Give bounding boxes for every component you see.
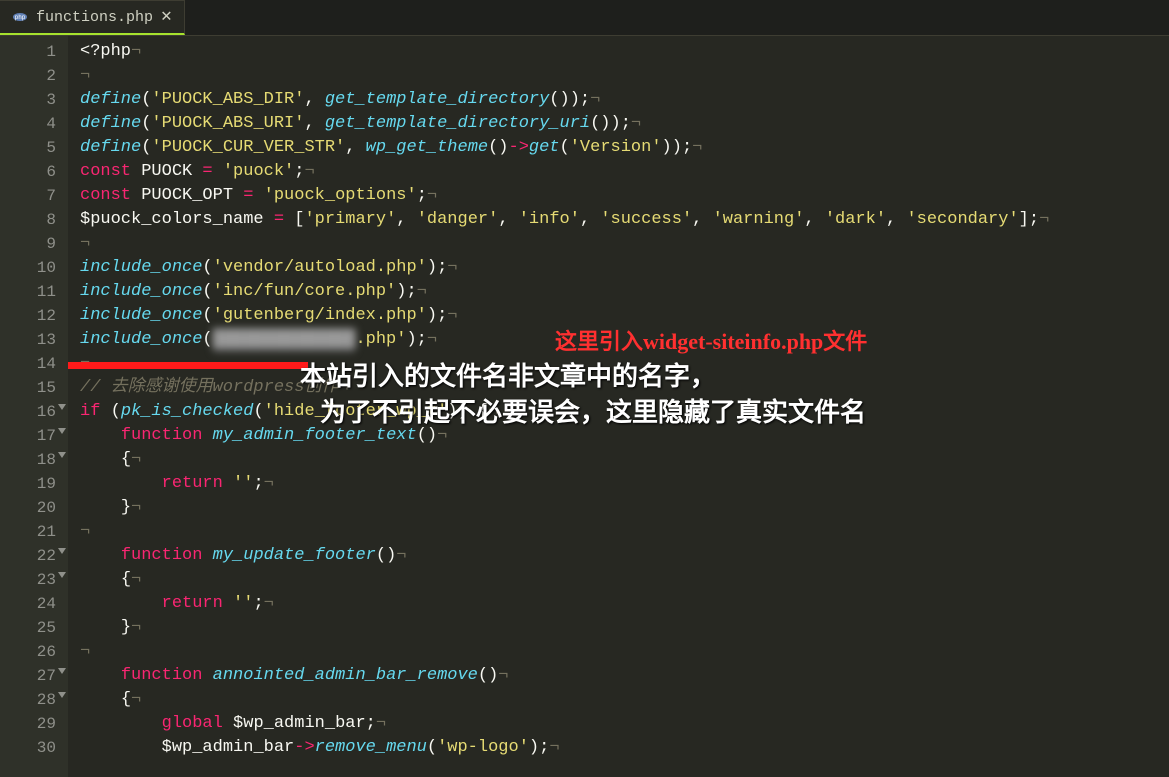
redacted-text: ██████████████ (213, 328, 356, 352)
code-area[interactable]: <?php¬¬define('PUOCK_ABS_DIR', get_templ… (68, 36, 1169, 777)
code-line[interactable]: if (pk_is_checked('hide_footer_wp_t')) {… (80, 400, 1169, 424)
code-line[interactable]: global $wp_admin_bar;¬ (80, 712, 1169, 736)
fold-icon[interactable] (58, 668, 66, 674)
line-number: 15 (0, 376, 56, 400)
code-line[interactable]: include_once('inc/fun/core.php');¬ (80, 280, 1169, 304)
code-line[interactable]: ¬ (80, 64, 1169, 88)
line-number: 12 (0, 304, 56, 328)
editor-pane: 1234567891011121314151617181920212223242… (0, 36, 1169, 777)
code-line[interactable]: define('PUOCK_ABS_URI', get_template_dir… (80, 112, 1169, 136)
fold-icon[interactable] (58, 452, 66, 458)
tab-functions-php[interactable]: php functions.php ✕ (0, 0, 185, 35)
line-number-gutter: 1234567891011121314151617181920212223242… (0, 36, 68, 777)
line-number: 11 (0, 280, 56, 304)
line-number: 20 (0, 496, 56, 520)
tab-bar: php functions.php ✕ (0, 0, 1169, 36)
code-line[interactable]: include_once(██████████████.php');¬ (80, 328, 1169, 352)
code-line[interactable]: }¬ (80, 496, 1169, 520)
line-number: 4 (0, 112, 56, 136)
code-line[interactable]: return '';¬ (80, 472, 1169, 496)
code-line[interactable]: // 去除感谢使用wordpress创作¬ (80, 376, 1169, 400)
code-line[interactable]: define('PUOCK_CUR_VER_STR', wp_get_theme… (80, 136, 1169, 160)
code-line[interactable]: {¬ (80, 568, 1169, 592)
code-line[interactable]: function my_update_footer()¬ (80, 544, 1169, 568)
fold-icon[interactable] (58, 548, 66, 554)
code-line[interactable]: ¬ (80, 232, 1169, 256)
line-number: 26 (0, 640, 56, 664)
code-line[interactable]: ¬ (80, 352, 1169, 376)
code-line[interactable]: $puock_colors_name = ['primary', 'danger… (80, 208, 1169, 232)
fold-icon[interactable] (58, 692, 66, 698)
line-number: 1 (0, 40, 56, 64)
line-number: 30 (0, 736, 56, 760)
line-number: 21 (0, 520, 56, 544)
line-number: 17 (0, 424, 56, 448)
code-line[interactable]: function my_admin_footer_text()¬ (80, 424, 1169, 448)
code-line[interactable]: include_once('vendor/autoload.php');¬ (80, 256, 1169, 280)
line-number: 14 (0, 352, 56, 376)
line-number: 18 (0, 448, 56, 472)
line-number: 10 (0, 256, 56, 280)
code-line[interactable]: return '';¬ (80, 592, 1169, 616)
php-file-icon: php (12, 9, 28, 25)
line-number: 29 (0, 712, 56, 736)
line-number: 3 (0, 88, 56, 112)
line-number: 16 (0, 400, 56, 424)
line-number: 7 (0, 184, 56, 208)
code-line[interactable]: function annointed_admin_bar_remove()¬ (80, 664, 1169, 688)
fold-icon[interactable] (58, 428, 66, 434)
line-number: 28 (0, 688, 56, 712)
fold-icon[interactable] (58, 404, 66, 410)
line-number: 24 (0, 592, 56, 616)
tab-label: functions.php (36, 9, 153, 26)
line-number: 23 (0, 568, 56, 592)
line-number: 22 (0, 544, 56, 568)
code-line[interactable]: }¬ (80, 616, 1169, 640)
code-line[interactable]: {¬ (80, 448, 1169, 472)
code-line[interactable]: ¬ (80, 640, 1169, 664)
code-line[interactable]: const PUOCK = 'puock';¬ (80, 160, 1169, 184)
code-line[interactable]: include_once('gutenberg/index.php');¬ (80, 304, 1169, 328)
fold-icon[interactable] (58, 572, 66, 578)
line-number: 2 (0, 64, 56, 88)
code-line[interactable]: define('PUOCK_ABS_DIR', get_template_dir… (80, 88, 1169, 112)
line-number: 19 (0, 472, 56, 496)
line-number: 13 (0, 328, 56, 352)
close-icon[interactable]: ✕ (161, 8, 172, 26)
code-line[interactable]: <?php¬ (80, 40, 1169, 64)
line-number: 5 (0, 136, 56, 160)
line-number: 25 (0, 616, 56, 640)
code-line[interactable]: {¬ (80, 688, 1169, 712)
code-line[interactable]: ¬ (80, 520, 1169, 544)
line-number: 27 (0, 664, 56, 688)
line-number: 8 (0, 208, 56, 232)
line-number: 6 (0, 160, 56, 184)
line-number: 9 (0, 232, 56, 256)
code-line[interactable]: const PUOCK_OPT = 'puock_options';¬ (80, 184, 1169, 208)
svg-text:php: php (15, 14, 26, 21)
code-line[interactable]: $wp_admin_bar->remove_menu('wp-logo');¬ (80, 736, 1169, 760)
